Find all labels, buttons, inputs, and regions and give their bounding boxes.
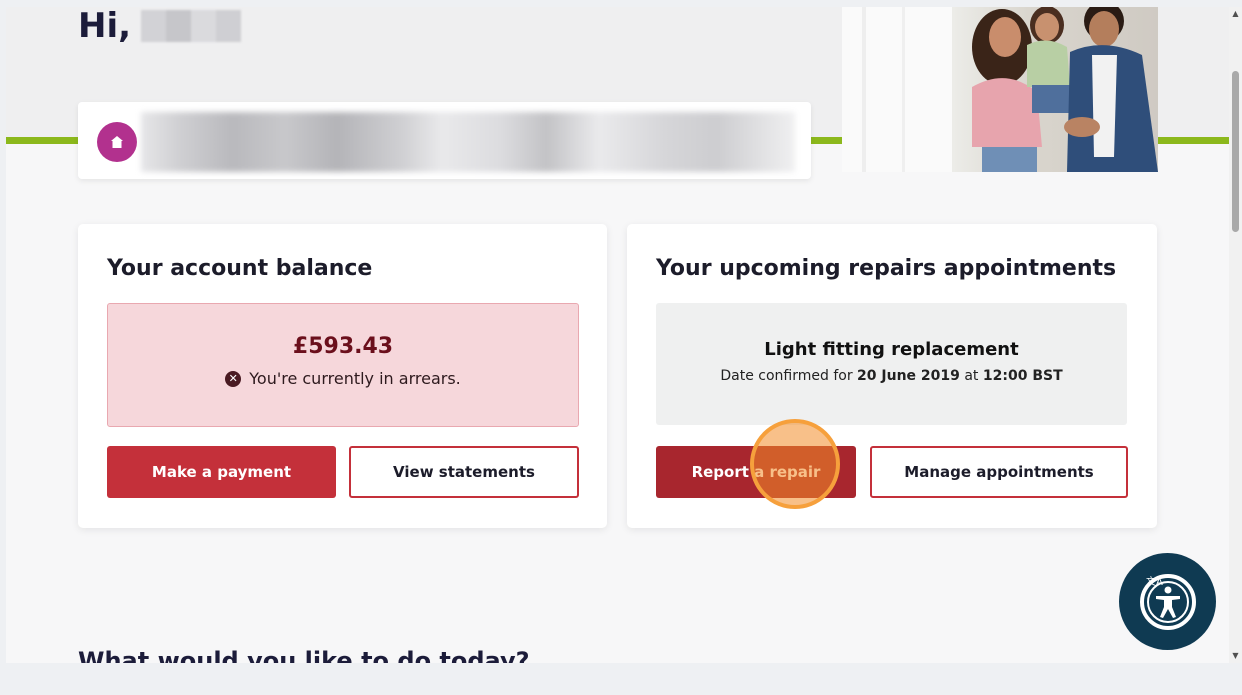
redacted-address: [141, 112, 795, 172]
redacted-user-name: [141, 10, 242, 42]
view-statements-button[interactable]: View statements: [349, 446, 579, 498]
error-circle-icon: ✕: [225, 370, 242, 387]
appointment-panel: Light fitting replacement Date confirmed…: [656, 303, 1127, 425]
vertical-scrollbar[interactable]: ▲ ▼: [1229, 7, 1242, 663]
greeting-heading: Hi,: [78, 7, 242, 46]
balance-alert: £593.43 ✕ You're currently in arrears.: [107, 303, 579, 427]
page-viewport: Hi, Your account balance £593.43 ✕ You'r…: [6, 7, 1229, 663]
accessibility-icon: 文A: [1139, 573, 1196, 630]
date-value: 20 June 2019: [857, 368, 960, 384]
repairs-card-title: Your upcoming repairs appointments: [656, 256, 1117, 281]
manage-appointments-button[interactable]: Manage appointments: [870, 446, 1128, 498]
scroll-up-arrow[interactable]: ▲: [1229, 7, 1242, 21]
appointment-date: Date confirmed for 20 June 2019 at 12:00…: [656, 368, 1127, 384]
section-heading: What would you like to do today?: [78, 647, 530, 663]
scroll-thumb[interactable]: [1232, 71, 1239, 232]
arrears-message: ✕ You're currently in arrears.: [108, 369, 578, 388]
click-indicator: [750, 419, 840, 509]
accessibility-button[interactable]: 文A: [1119, 553, 1216, 650]
make-payment-button[interactable]: Make a payment: [107, 446, 336, 498]
property-address-card: [78, 102, 811, 179]
repairs-appointments-card: Your upcoming repairs appointments Light…: [627, 224, 1157, 528]
account-balance-card: Your account balance £593.43 ✕ You're cu…: [78, 224, 607, 528]
hero-family-photo: [842, 7, 1158, 172]
greeting-text: Hi,: [78, 7, 132, 46]
appointment-title: Light fitting replacement: [764, 339, 1019, 360]
balance-card-title: Your account balance: [107, 256, 373, 281]
time-value: 12:00 BST: [982, 368, 1063, 384]
translate-icon: 文A: [1146, 575, 1163, 588]
balance-amount: £593.43: [292, 334, 394, 359]
scroll-down-arrow[interactable]: ▼: [1229, 649, 1242, 663]
date-prefix: Date confirmed for: [720, 368, 853, 384]
arrears-text: You're currently in arrears.: [249, 369, 461, 388]
home-icon: [97, 122, 137, 162]
date-at: at: [964, 368, 979, 384]
